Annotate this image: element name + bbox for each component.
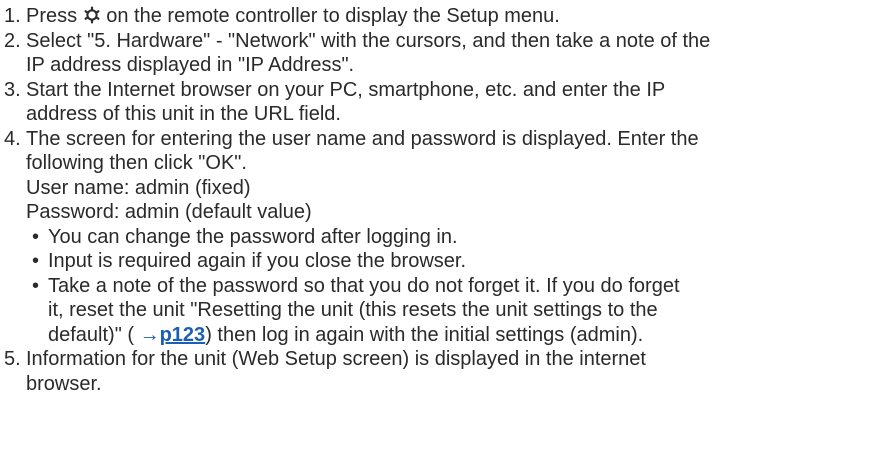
step-text-line: Select "5. Hardware" - "Network" with th… <box>26 29 711 52</box>
setup-steps-list: 1. Press on the remote controller to dis… <box>4 4 877 396</box>
page-reference-link[interactable]: →p123 <box>140 324 206 346</box>
step-text-line: IP address displayed in "IP Address". <box>26 54 355 76</box>
note-item: • Input is required again if you close t… <box>32 249 877 274</box>
page-reference-number: p123 <box>159 323 206 346</box>
step-text-line: following then click "OK". <box>26 152 247 174</box>
gear-icon <box>83 6 101 24</box>
note-item: • You can change the password after logg… <box>32 225 877 250</box>
step-number: 4. <box>4 127 21 150</box>
step-number: 1. <box>4 5 21 27</box>
note-text-line: it, reset the unit "Resetting the unit (… <box>48 299 658 321</box>
step-text: Press <box>26 5 83 27</box>
step-2: 2. Select "5. Hardware" - "Network" with… <box>4 29 877 78</box>
step-text-line: Information for the unit (Web Setup scre… <box>26 348 646 370</box>
step-number: 3. <box>4 78 21 101</box>
note-text-after-link: ) then log in again with the initial set… <box>205 323 644 346</box>
step-number: 5. <box>4 348 21 370</box>
password-info: Password: admin (default value) <box>26 201 312 223</box>
step-text-line: address of this unit in the URL field. <box>26 103 341 125</box>
note-item: • Take a note of the password so that yo… <box>32 274 877 348</box>
note-text: Input is required again if you close the… <box>48 250 467 272</box>
step-text-line: The screen for entering the user name an… <box>26 127 699 150</box>
step-text-continued: on the remote controller to display the … <box>100 5 560 27</box>
bullet-icon: • <box>32 225 40 248</box>
user-name-info: User name: admin (fixed) <box>26 176 251 199</box>
notes-list: • You can change the password after logg… <box>26 225 877 348</box>
step-number: 2. <box>4 29 21 52</box>
bullet-icon: • <box>32 250 40 272</box>
note-text-before-link: default)" ( <box>48 323 140 346</box>
note-text: You can change the password after loggin… <box>48 225 458 248</box>
step-5: 5. Information for the unit (Web Setup s… <box>4 347 877 396</box>
note-text-line: default)" ( →p123) then log in again wit… <box>48 323 877 348</box>
step-3: 3. Start the Internet browser on your PC… <box>4 78 877 127</box>
note-text-line: Take a note of the password so that you … <box>48 274 680 297</box>
arrow-icon: → <box>139 323 160 346</box>
bullet-icon: • <box>32 274 40 297</box>
step-1: 1. Press on the remote controller to dis… <box>4 4 877 29</box>
step-text-line: browser. <box>26 372 102 395</box>
step-4: 4. The screen for entering the user name… <box>4 127 877 348</box>
step-text-line: Start the Internet browser on your PC, s… <box>26 78 666 101</box>
instructions-document: 1. Press on the remote controller to dis… <box>0 0 877 461</box>
